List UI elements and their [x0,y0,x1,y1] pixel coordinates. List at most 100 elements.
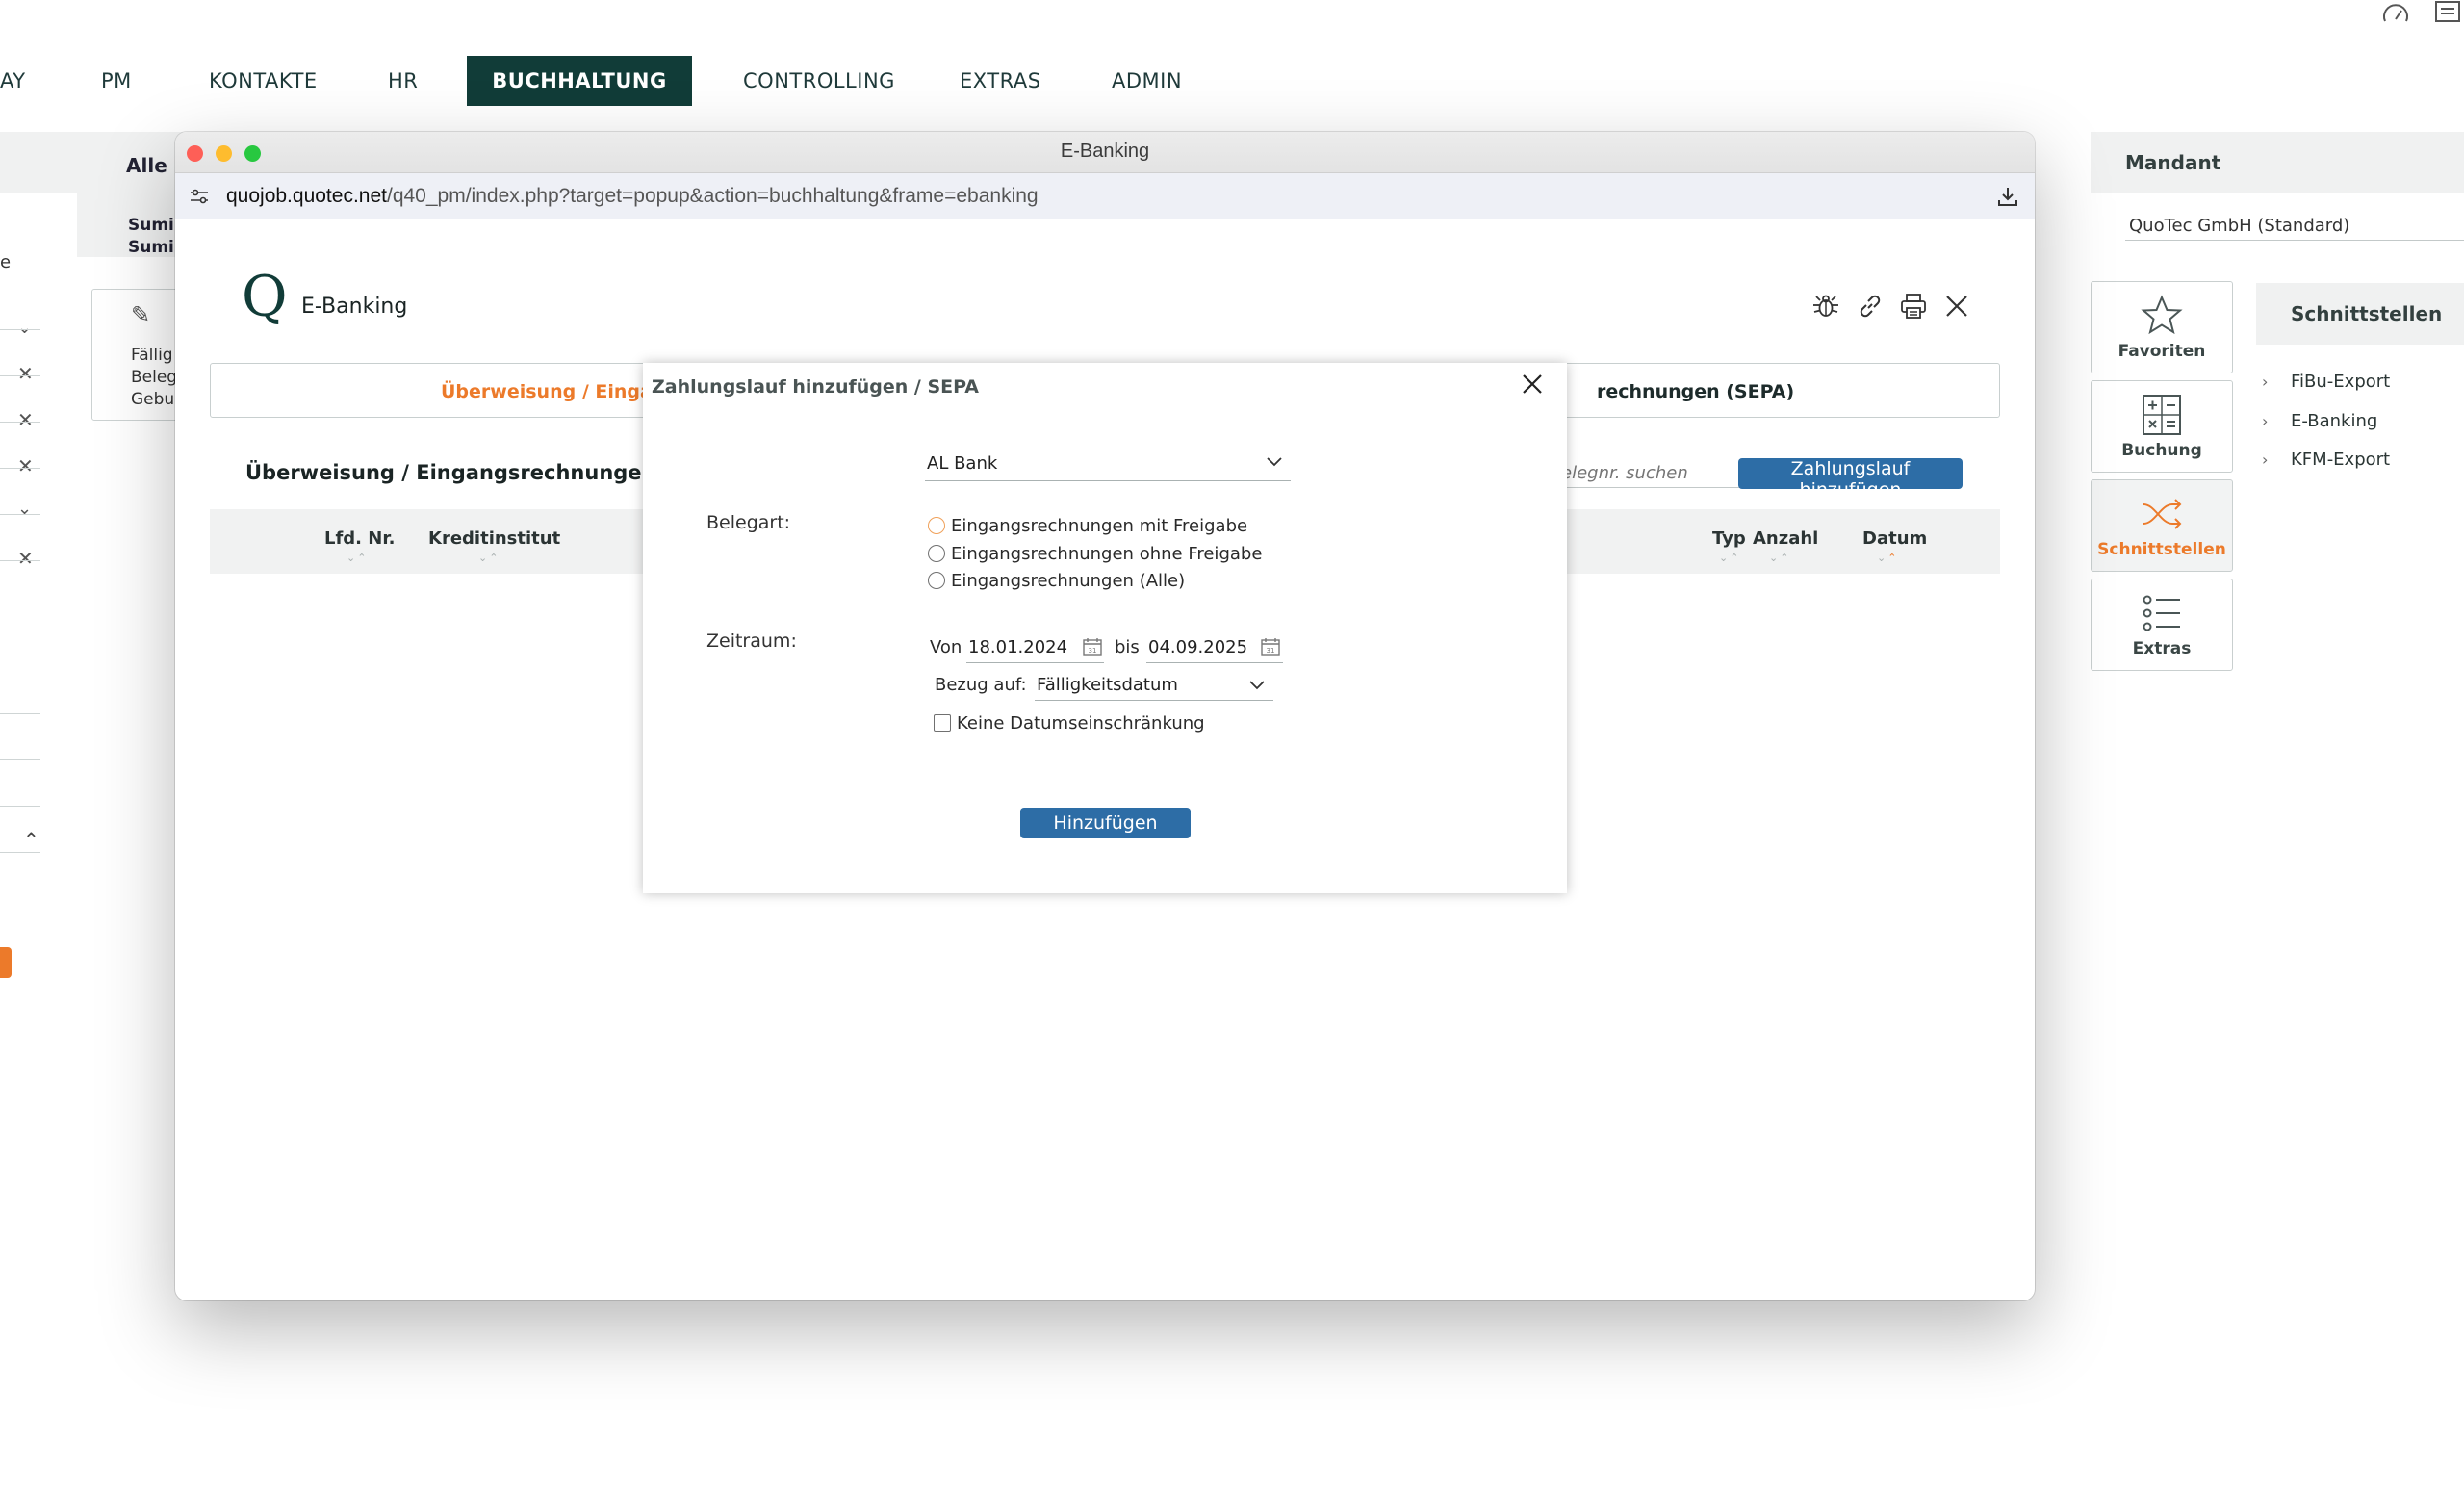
link-icon[interactable] [1856,292,1885,321]
column-typ[interactable]: Typ [1712,528,1746,549]
summary-row: Sumi [128,216,174,235]
nav-extras[interactable]: EXTRAS [931,56,1070,106]
schnittstellen-title: Schnittstellen [2291,302,2443,325]
sort-icon-active[interactable]: ⌄⌃ [1877,552,1898,564]
tile-label: Schnittstellen [2097,540,2226,559]
item-label: FiBu-Export [2291,372,2391,392]
column-lfd-nr[interactable]: Lfd. Nr. [324,528,396,549]
radio-button[interactable] [928,545,945,562]
no-date-limit-checkbox-row[interactable]: Keine Datumseinschränkung [934,713,1205,734]
bank-select[interactable]: AL Bank [925,451,1291,481]
shuffle-icon [2140,492,2184,536]
bis-date-field[interactable]: 04.09.2025 31 [1146,633,1283,663]
tile-schnittstellen[interactable]: Schnittstellen [2091,479,2233,572]
calendar-icon[interactable]: 31 [1260,637,1281,656]
tile-label: Favoriten [2118,342,2206,361]
site-settings-icon[interactable] [189,188,210,205]
url-host: quojob.quotec.net [226,185,387,207]
nav-hr[interactable]: HR [359,56,447,106]
von-date-field[interactable]: 18.01.2024 31 [966,633,1104,663]
nav-kontakte[interactable]: KONTAKTE [180,56,346,106]
close-icon[interactable]: ✕ [17,408,34,431]
left-sidebar-header [0,132,77,193]
close-icon[interactable] [1942,292,1971,321]
close-icon[interactable]: ✕ [17,362,34,385]
mandant-value: QuoTec GmbH (Standard) [2129,216,2350,236]
calendar-icon[interactable]: 31 [1082,637,1103,656]
orange-marker [0,947,12,978]
url-path: /q40_pm/index.php?target=popup&action=bu… [386,185,1039,207]
search-input[interactable] [1561,459,1758,488]
schnittstellen-item-e-banking[interactable]: › E-Banking [2262,411,2377,431]
nav-buchhaltung[interactable]: BUCHHALTUNG [467,56,692,106]
pencil-icon[interactable]: ✎ [131,301,150,328]
sort-icon[interactable]: ⌄⌃ [1719,552,1740,564]
mandant-select[interactable]: QuoTec GmbH (Standard) [2125,214,2464,241]
summary-title: Alle [126,154,167,177]
ebanking-popup-window: E-Banking quojob.quotec.net/q40_pm/index… [175,132,2035,1300]
chevron-right-icon: › [2262,450,2269,469]
belegart-option-mit-freigabe[interactable]: Eingangsrechnungen mit Freigabe [928,516,1247,536]
belegart-option-alle[interactable]: Eingangsrechnungen (Alle) [928,571,1185,591]
tile-label: Buchung [2121,441,2202,460]
add-payment-run-dialog: Zahlungslauf hinzufügen / SEPA AL Bank B… [643,363,1567,893]
sort-icon[interactable]: ⌄⌃ [478,552,500,564]
item-label: E-Banking [2291,411,2378,431]
von-date-value: 18.01.2024 [968,637,1068,657]
nav-pm[interactable]: PM [72,56,161,106]
close-icon[interactable]: ✕ [17,547,34,570]
checkbox-label: Keine Datumseinschränkung [957,713,1205,734]
tab-sepa[interactable]: rechnungen (SEPA) [1597,381,1794,402]
tile-buchung[interactable]: Buchung [2091,380,2233,473]
svg-text:31: 31 [1089,647,1097,655]
nav-admin[interactable]: ADMIN [1083,56,1211,106]
column-datum[interactable]: Datum [1862,528,1927,549]
window-titlebar: E-Banking [175,132,2035,173]
mandant-title: Mandant [2125,151,2221,174]
chevron-down-icon[interactable]: ⌄ [17,318,32,338]
filter-controls: ⌄ ✕ ✕ ✕ ⌄ ✕ [0,318,42,606]
svg-text:31: 31 [1267,647,1275,655]
download-icon[interactable] [1996,185,2019,208]
window-icon[interactable] [2433,0,2462,25]
dialog-title: Zahlungslauf hinzufügen / SEPA [652,376,980,398]
chevron-up-icon[interactable]: ⌃ [23,828,39,851]
tab-ueberweisung-eingang[interactable]: Überweisung / Einga [441,381,653,402]
radio-button[interactable] [928,517,945,534]
speedometer-icon[interactable] [2381,0,2410,25]
window-title: E-Banking [1060,141,1150,162]
print-icon[interactable] [1899,292,1928,321]
tile-favoriten[interactable]: Favoriten [2091,281,2233,373]
app-logo: Q [242,264,288,329]
schnittstellen-item-kfm-export[interactable]: › KFM-Export [2262,450,2390,470]
zeitraum-label: Zeitraum: [706,631,797,652]
calculator-icon [2140,393,2184,437]
belegart-option-ohne-freigabe[interactable]: Eingangsrechnungen ohne Freigabe [928,544,1262,564]
column-kreditinstitut[interactable]: Kreditinstitut [428,528,560,549]
bis-label: bis [1115,637,1140,657]
chevron-right-icon: › [2262,373,2269,391]
no-date-limit-checkbox[interactable] [934,714,951,732]
tile-extras[interactable]: Extras [2091,579,2233,671]
radio-button[interactable] [928,572,945,589]
nav-controlling[interactable]: CONTROLLING [714,56,924,106]
hinzufuegen-button[interactable]: Hinzufügen [1020,808,1191,838]
chevron-down-icon [1248,679,1266,692]
nav-ay[interactable]: AY [0,56,55,106]
schnittstellen-item-fibu-export[interactable]: › FiBu-Export [2262,372,2390,392]
close-icon[interactable] [1519,371,1546,398]
summary-row: Sumi [128,238,174,257]
bug-icon[interactable] [1811,292,1840,321]
add-payment-run-button[interactable]: Zahlungslauf hinzufügen [1738,458,1963,501]
column-anzahl[interactable]: Anzahl [1753,528,1818,549]
chevron-down-icon[interactable]: ⌄ [17,499,32,519]
tile-label: Extras [2132,639,2192,658]
option-label: Eingangsrechnungen ohne Freigabe [951,544,1263,564]
sort-icon[interactable]: ⌄⌃ [1769,552,1790,564]
sort-icon[interactable]: ⌄⌃ [346,552,368,564]
address-bar[interactable]: quojob.quotec.net/q40_pm/index.php?targe… [175,173,2035,219]
bezug-select[interactable]: Fälligkeitsdatum [1035,671,1273,701]
bezug-label: Bezug auf: [935,675,1027,695]
close-icon[interactable]: ✕ [17,454,34,477]
chevron-down-icon [1266,455,1283,469]
